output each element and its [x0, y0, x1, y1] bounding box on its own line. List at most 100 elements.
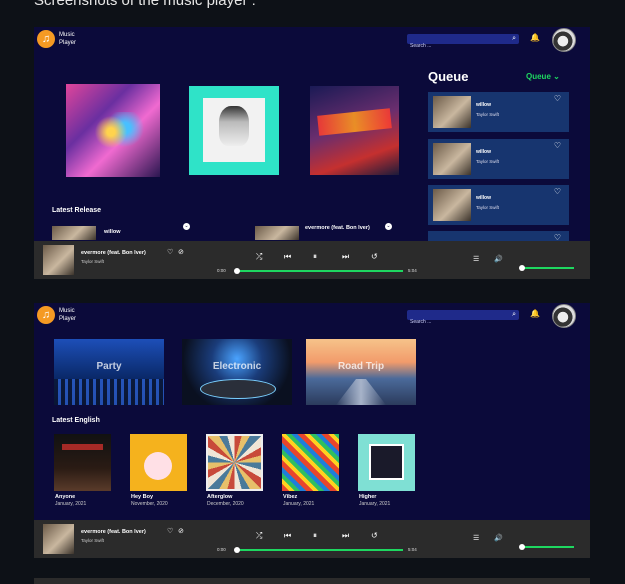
queue-item[interactable]: willow Taylor Swift ♡ [428, 92, 569, 132]
album-art-detail [369, 444, 404, 480]
latest-english-title: Latest English [52, 417, 100, 424]
previous-icon[interactable]: ⏮ [284, 531, 291, 541]
heart-icon[interactable]: ♡ [554, 94, 561, 103]
volume-bar[interactable] [522, 267, 574, 269]
repeat-icon[interactable]: ↺ [371, 252, 378, 261]
now-playing-artist: Taylor Swift [81, 538, 105, 543]
latest-release-item-title[interactable]: evermore (feat. Bon Iver) [305, 225, 377, 239]
now-playing-thumbnail [43, 245, 74, 275]
album-cover-afterglow[interactable] [206, 434, 263, 491]
queue-item[interactable]: willow Taylor Swift ♡ [428, 185, 569, 225]
album-art-detail [62, 444, 103, 450]
screenshot-browse: ♫ Music Player ⌕ 🔔 Party Electronic Road… [34, 303, 590, 558]
queue-item-title: willow [476, 102, 491, 108]
genre-card-electronic[interactable]: Electronic [182, 339, 292, 405]
music-note-icon[interactable]: ♫ [37, 30, 55, 48]
album-cover-skrillex[interactable] [189, 86, 279, 175]
latest-release-item-title[interactable]: willow [104, 229, 121, 236]
progress-handle[interactable] [234, 268, 240, 274]
progress-bar[interactable] [236, 549, 403, 551]
chevron-down-icon: ⌄ [553, 72, 560, 81]
top-bar: ♫ Music Player ⌕ 🔔 [34, 303, 590, 328]
next-icon[interactable]: ⏭ [342, 531, 349, 541]
bell-icon[interactable]: 🔔 [530, 309, 540, 318]
previous-icon[interactable]: ⏮ [284, 252, 291, 262]
album-cover-vibez[interactable] [282, 434, 339, 491]
album-cover-5sos[interactable] [310, 86, 399, 175]
latest-release-title: Latest Release [52, 207, 102, 214]
album-cover-maroon5[interactable] [66, 84, 160, 177]
album-date: December, 2020 [207, 501, 244, 507]
album-cover-higher[interactable] [358, 434, 415, 491]
volume-icon[interactable]: 🔊 [494, 255, 503, 263]
heart-icon[interactable]: ♡ [167, 248, 173, 256]
now-playing-artist: Taylor Swift [81, 259, 105, 264]
genre-art-detail [54, 379, 164, 405]
queue-list-icon[interactable]: ☰ [473, 534, 479, 542]
album-art-detail [144, 452, 172, 480]
search-input[interactable] [407, 317, 505, 327]
now-playing-thumbnail [43, 524, 74, 554]
search-input[interactable] [407, 41, 505, 51]
volume-icon[interactable]: 🔊 [494, 534, 503, 542]
now-playing-title: evermore (feat. Bon Iver) [81, 529, 146, 535]
queue-item-artist: Taylor Swift [476, 159, 500, 164]
progress-bar[interactable] [236, 270, 403, 272]
next-screenshot-edge [34, 578, 590, 584]
queue-item-thumbnail [433, 189, 471, 221]
album-cover-anyone[interactable] [54, 434, 111, 491]
album-title: Higher [359, 494, 377, 500]
progress-handle[interactable] [234, 547, 240, 553]
brand-line-2: Player [59, 316, 77, 322]
repeat-icon[interactable]: ↺ [371, 531, 378, 540]
latest-release-thumbnail[interactable] [255, 226, 299, 240]
search-box[interactable]: ⌕ [407, 34, 519, 51]
queue-item-artist: Taylor Swift [476, 112, 500, 117]
time-total: 5:04 [408, 547, 417, 552]
avatar[interactable] [552, 304, 576, 328]
genre-card-party[interactable]: Party [54, 339, 164, 405]
shuffle-icon[interactable]: ⤮ [256, 252, 262, 262]
block-icon[interactable]: ⊘ [178, 248, 184, 256]
queue-dropdown[interactable]: Queue ⌄ [526, 72, 560, 81]
queue-list-icon[interactable]: ☰ [473, 255, 479, 263]
bell-icon[interactable]: 🔔 [530, 33, 540, 42]
album-art-detail [219, 106, 249, 146]
player-bar: evermore (feat. Bon Iver) Taylor Swift ♡… [34, 520, 590, 558]
next-icon[interactable]: ⏭ [342, 252, 349, 262]
player-bar: evermore (feat. Bon Iver) Taylor Swift ♡… [34, 241, 590, 279]
now-playing-title: evermore (feat. Bon Iver) [81, 250, 146, 256]
brand: Music Player [59, 31, 76, 47]
queue-item[interactable]: willow Taylor Swift ♡ [428, 139, 569, 179]
genre-card-road-trip[interactable]: Road Trip [306, 339, 416, 405]
block-icon[interactable]: ⊘ [178, 527, 184, 535]
avatar[interactable] [552, 28, 576, 52]
shuffle-icon[interactable]: ⤮ [256, 531, 262, 541]
search-icon[interactable]: ⌕ [512, 35, 516, 43]
heart-icon[interactable]: ♡ [554, 141, 561, 150]
volume-bar[interactable] [522, 546, 574, 548]
volume-handle[interactable] [519, 265, 525, 271]
heart-icon[interactable]: ♡ [167, 527, 173, 535]
search-icon[interactable]: ⌕ [512, 311, 516, 319]
screenshot-home-queue: ♫ Music Player ⌕ 🔔 Queue Queue ⌄ willow … [34, 27, 590, 279]
music-note-icon[interactable]: ♫ [37, 306, 55, 324]
latest-release-thumbnail[interactable] [52, 226, 96, 240]
search-box[interactable]: ⌕ [407, 310, 519, 327]
chevron-down-icon[interactable]: ⌄ [385, 223, 392, 230]
queue-item-thumbnail [433, 143, 471, 175]
brand-line-2: Player [59, 40, 77, 46]
album-cover-hey-boy[interactable] [130, 434, 187, 491]
brand-line-1: Music [59, 308, 75, 314]
album-art-detail [317, 108, 392, 136]
queue-title: Queue [428, 69, 469, 84]
pause-icon[interactable]: ⏸ [313, 252, 317, 262]
pause-icon[interactable]: ⏸ [313, 531, 317, 541]
heart-icon[interactable]: ♡ [554, 187, 561, 196]
queue-item-partial[interactable]: ♡ [428, 231, 569, 242]
brand: Music Player [59, 307, 76, 323]
top-bar: ♫ Music Player ⌕ 🔔 [34, 27, 590, 52]
volume-handle[interactable] [519, 544, 525, 550]
album-date: November, 2020 [131, 501, 168, 507]
chevron-down-icon[interactable]: ⌄ [183, 223, 190, 230]
